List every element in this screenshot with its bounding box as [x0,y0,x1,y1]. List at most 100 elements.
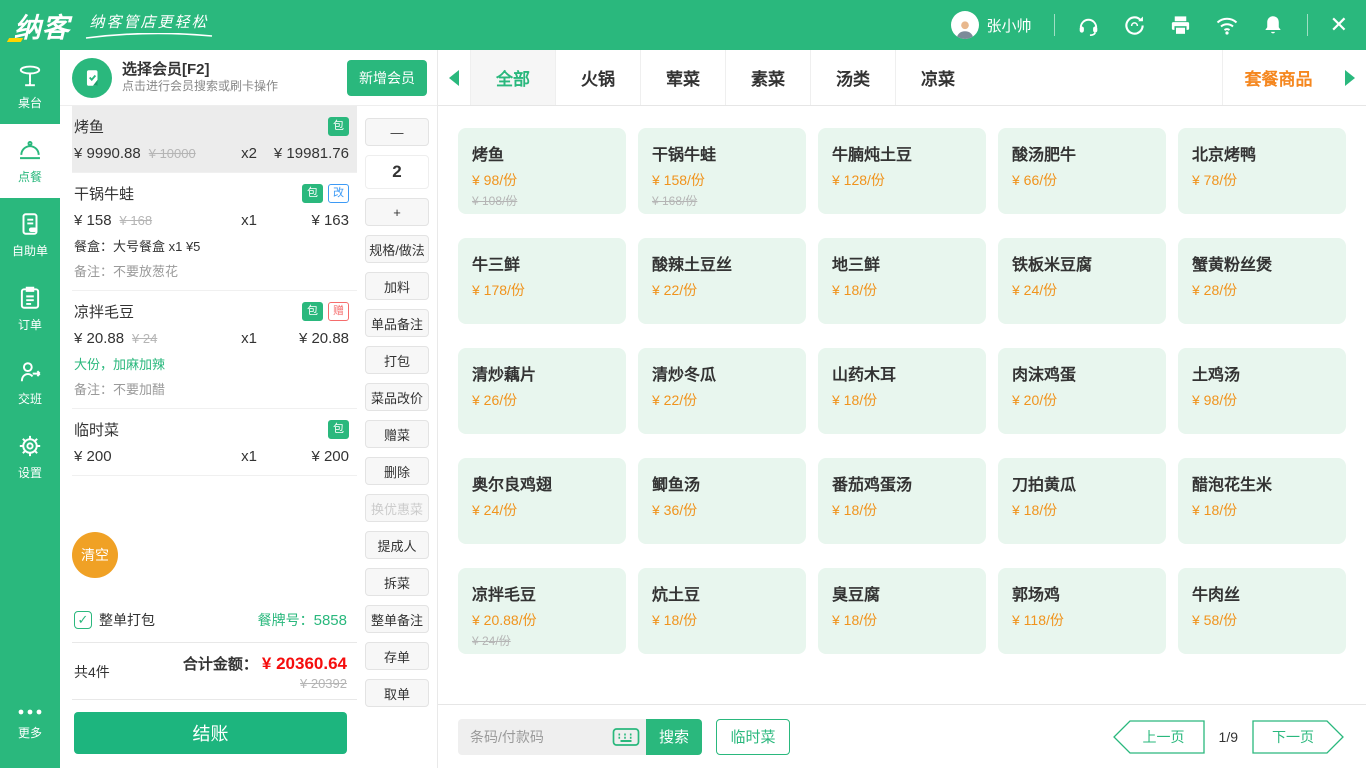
menu-card[interactable]: 醋泡花生米 ¥ 18/份 [1178,458,1346,544]
qty-minus-button[interactable]: — [365,118,429,146]
split-dish-button[interactable]: 拆菜 [365,568,429,596]
totals-row: 共4件 合计金额： ¥ 20360.64 ¥ 20392 [72,642,357,699]
menu-grid: 烤鱼 ¥ 98/份 ¥ 108/份 干锅牛蛙 ¥ 158/份 ¥ 168/份 牛… [438,106,1366,704]
slogan-underline [84,33,214,40]
menu-card[interactable]: 郭场鸡 ¥ 118/份 [998,568,1166,654]
pack-button[interactable]: 打包 [365,346,429,374]
tab-meat[interactable]: 荤菜 [640,50,725,105]
brand: 纳客 纳客管店更轻松 [14,6,214,45]
menu-card[interactable]: 清炒藕片 ¥ 26/份 [458,348,626,434]
menu-card[interactable]: 北京烤鸭 ¥ 78/份 [1178,128,1346,214]
menu-card[interactable]: 刀拍黄瓜 ¥ 18/份 [998,458,1166,544]
order-panel-body: 烤鱼 包 ¥ 9990.88 ¥ 10000 x2 ¥ 19981.76 [60,106,437,768]
menu-card[interactable]: 铁板米豆腐 ¥ 24/份 [998,238,1166,324]
close-icon[interactable]: ✕ [1330,14,1348,36]
tabbar-fill [980,50,1222,105]
tab-cold[interactable]: 凉菜 [895,50,980,105]
qty-value[interactable]: 2 [365,155,429,189]
tabs-scroll-right[interactable] [1334,50,1366,105]
keyboard-icon[interactable] [612,725,640,749]
menu-card[interactable]: 臭豆腐 ¥ 18/份 [818,568,986,654]
change-price-button[interactable]: 菜品改价 [365,383,429,411]
sidebar-item-shift[interactable]: 交班 [0,346,60,420]
bell-icon[interactable] [1261,13,1285,37]
menu-card[interactable]: 酸辣土豆丝 ¥ 22/份 [638,238,806,324]
menu-card[interactable]: 地三鲜 ¥ 18/份 [818,238,986,324]
menu-card[interactable]: 番茄鸡蛋汤 ¥ 18/份 [818,458,986,544]
old-total-amount: ¥ 20392 [183,676,347,691]
retrieve-order-button[interactable]: 取单 [365,679,429,707]
checkout-wrap: 结账 [72,699,357,768]
item-price: ¥ 9990.88 [74,145,141,162]
menu-card[interactable]: 牛腩炖土豆 ¥ 128/份 [818,128,986,214]
item-total: ¥ 163 [257,212,349,229]
menu-card[interactable]: 烤鱼 ¥ 98/份 ¥ 108/份 [458,128,626,214]
headset-icon[interactable] [1077,13,1101,37]
menu-card[interactable]: 凉拌毛豆 ¥ 20.88/份 ¥ 24/份 [458,568,626,654]
order-item[interactable]: 凉拌毛豆 包 赠 ¥ 20.88 ¥ 24 x1 ¥ 20.88 [72,291,357,409]
prev-page-button[interactable]: 上一页 [1113,720,1205,754]
checkout-button[interactable]: 结账 [74,712,347,754]
menu-card[interactable]: 酸汤肥牛 ¥ 66/份 [998,128,1166,214]
order-list-icon [17,285,43,311]
save-order-button[interactable]: 存单 [365,642,429,670]
table-tag: 餐牌号：5858 [258,610,347,630]
tab-vegetable[interactable]: 素菜 [725,50,810,105]
qty-plus-button[interactable]: + [365,198,429,226]
item-note: 备注：不要放葱花 [74,261,349,280]
menu-card[interactable]: 干锅牛蛙 ¥ 158/份 ¥ 168/份 [638,128,806,214]
commission-person-button[interactable]: 提成人 [365,531,429,559]
cloche-icon [17,137,43,163]
item-note-button[interactable]: 单品备注 [365,309,429,337]
sidebar-item-self-order[interactable]: 自助单 [0,198,60,272]
menu-card[interactable]: 土鸡汤 ¥ 98/份 [1178,348,1346,434]
menu-card[interactable]: 鲫鱼汤 ¥ 36/份 [638,458,806,544]
order-item[interactable]: 干锅牛蛙 包 改 ¥ 158 ¥ 168 x1 ¥ 163 [72,173,357,291]
member-subtitle: 点击进行会员搜索或刷卡操作 [122,79,278,94]
pack-checkbox[interactable]: ✓ [74,611,92,629]
left-triangle-icon [449,70,459,86]
printer-icon[interactable] [1169,13,1193,37]
tab-soup[interactable]: 汤类 [810,50,895,105]
order-item[interactable]: 烤鱼 包 ¥ 9990.88 ¥ 10000 x2 ¥ 19981.76 [72,106,357,173]
sidebar-item-more[interactable]: 更多 [0,686,60,760]
wifi-icon[interactable] [1215,13,1239,37]
menu-card[interactable]: 蟹黄粉丝煲 ¥ 28/份 [1178,238,1346,324]
self-order-icon [17,211,43,237]
tabs-scroll-left[interactable] [438,50,470,105]
add-ingredient-button[interactable]: 加料 [365,272,429,300]
temp-dish-button[interactable]: 临时菜 [716,719,790,755]
gift-dish-button[interactable]: 赠菜 [365,420,429,448]
menu-card[interactable]: 牛三鲜 ¥ 178/份 [458,238,626,324]
pack-badge: 包 [328,420,349,439]
pack-badge: 包 [302,302,323,321]
menu-card[interactable]: 山药木耳 ¥ 18/份 [818,348,986,434]
clear-order-button[interactable]: 清空 [72,532,118,578]
menu-card[interactable]: 炕土豆 ¥ 18/份 [638,568,806,654]
member-select-bar[interactable]: 选择会员[F2] 点击进行会员搜索或刷卡操作 新增会员 [60,50,437,106]
menu-card[interactable]: 肉沫鸡蛋 ¥ 20/份 [998,348,1166,434]
total-amount: ¥ 20360.64 [262,654,347,674]
next-page-button[interactable]: 下一页 [1252,720,1344,754]
tab-combo-products[interactable]: 套餐商品 [1222,50,1334,105]
add-member-button[interactable]: 新增会员 [347,60,427,96]
sidebar-item-tables[interactable]: 桌台 [0,50,60,124]
spacer [72,578,357,600]
delete-button[interactable]: 删除 [365,457,429,485]
user-account[interactable]: 张小帅 [951,11,1032,39]
menu-card[interactable]: 奥尔良鸡翅 ¥ 24/份 [458,458,626,544]
tab-hotpot[interactable]: 火锅 [555,50,640,105]
more-icon [17,705,43,719]
sidebar-item-settings[interactable]: 设置 [0,420,60,494]
order-note-button[interactable]: 整单备注 [365,605,429,633]
sidebar-item-orders[interactable]: 订单 [0,272,60,346]
order-item[interactable]: 临时菜 包 ¥ 200 x1 ¥ 200 [72,409,357,476]
topbar: 纳客 纳客管店更轻松 张小帅 [0,0,1366,50]
search-button[interactable]: 搜索 [646,719,702,755]
tab-all[interactable]: 全部 [470,50,555,105]
menu-card[interactable]: 牛肉丝 ¥ 58/份 [1178,568,1346,654]
spec-method-button[interactable]: 规格/做法 [365,235,429,263]
sidebar-item-order[interactable]: 点餐 [0,124,60,198]
menu-card[interactable]: 清炒冬瓜 ¥ 22/份 [638,348,806,434]
sync-icon[interactable] [1123,13,1147,37]
